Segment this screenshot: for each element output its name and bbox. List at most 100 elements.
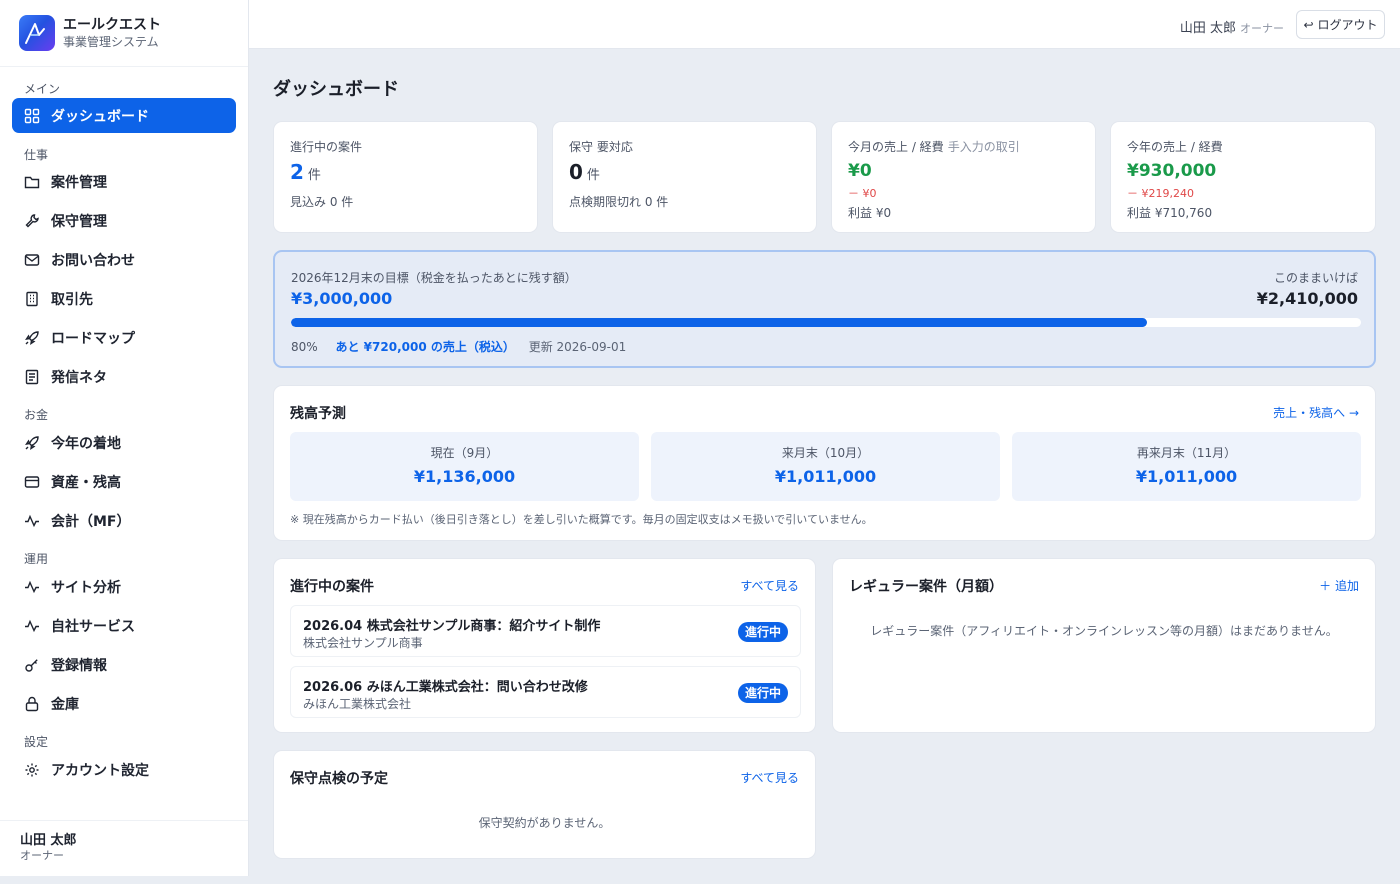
sidebar-item-label: 登録情報 <box>51 657 107 674</box>
nav-section-ops: 運用 <box>24 552 49 566</box>
forecast-box-current: 現在（9月） ¥1,136,000 <box>290 432 639 501</box>
view-all-projects-link[interactable]: すべて見る <box>740 577 799 594</box>
project-title: 2026.06 みほん工業株式会社：問い合わせ改修 <box>303 680 588 695</box>
sidebar-item-projects[interactable]: 案件管理 <box>12 164 236 199</box>
sidebar-item-dashboard[interactable]: ダッシュボード <box>12 98 236 133</box>
stat-profit: 利益 ¥0 <box>848 206 892 220</box>
sidebar-item-inquiries[interactable]: お問い合わせ <box>12 242 236 277</box>
status-badge: 進行中 <box>737 622 788 642</box>
nav-section-work: 仕事 <box>24 148 49 162</box>
sidebar-item-label: 保守管理 <box>51 213 107 230</box>
stat-label: 今年の売上 / 経費 <box>1127 140 1223 154</box>
section-title: 保守点検の予定 <box>290 771 388 787</box>
sidebar: エールクエスト 事業管理システム メイン 仕事 お金 運用 設定 ダッシュボード… <box>0 0 249 876</box>
header-user: 山田 太郎 オーナー <box>1180 17 1284 36</box>
stat-expense: － ¥219,240 <box>1127 187 1194 200</box>
top-header: 山田 太郎 オーナー ↩ ログアウト <box>249 0 1400 49</box>
sidebar-item-year-landing[interactable]: 今年の着地 <box>12 425 236 460</box>
sidebar-item-content-ideas[interactable]: 発信ネタ <box>12 359 236 394</box>
project-row[interactable]: 2026.06 みほん工業株式会社：問い合わせ改修 みほん工業株式会社 進行中 <box>290 666 801 718</box>
section-title: レギュラー案件（月額） <box>849 579 1003 595</box>
project-title: 2026.04 株式会社サンプル商事：紹介サイト制作 <box>303 619 601 634</box>
stat-label-sub: 手入力の取引 <box>947 140 1020 154</box>
stat-unit: 件 <box>586 168 600 183</box>
stat-value: 2件 <box>290 160 321 184</box>
sidebar-item-label: ダッシュボード <box>51 108 149 125</box>
sidebar-item-label: 自社サービス <box>51 618 135 635</box>
forecast-label: 来月末（10月） <box>781 446 870 460</box>
app-logo-icon <box>19 15 55 51</box>
goal-progress-fill <box>291 318 1147 327</box>
wrench-icon <box>24 213 40 229</box>
sidebar-item-account-settings[interactable]: アカウント設定 <box>12 752 236 787</box>
project-client: 株式会社サンプル商事 <box>303 636 423 650</box>
goal-remaining: あと ¥720,000 の売上（税込） <box>335 340 515 354</box>
regular-projects-card: レギュラー案件（月額） ＋ 追加 レギュラー案件（アフィリエイト・オンラインレッ… <box>832 558 1376 733</box>
sidebar-item-label: ロードマップ <box>51 330 135 347</box>
goal-percent: 80% <box>291 340 318 354</box>
view-all-maintenance-link[interactable]: すべて見る <box>740 769 799 786</box>
goal-updated: 更新 2026-09-01 <box>528 340 627 354</box>
sidebar-user: 山田 太郎 オーナー <box>0 820 248 863</box>
nav-section-settings: 設定 <box>24 735 49 749</box>
folder-icon <box>24 174 40 190</box>
header-user-name: 山田 太郎 <box>1179 21 1236 36</box>
active-projects-card: 進行中の案件 すべて見る 2026.04 株式会社サンプル商事：紹介サイト制作 … <box>273 558 816 733</box>
sidebar-item-accounting[interactable]: 会計（MF） <box>12 503 236 538</box>
goal-progress-bar <box>291 318 1361 327</box>
rocket-icon <box>24 435 40 451</box>
project-row[interactable]: 2026.04 株式会社サンプル商事：紹介サイト制作 株式会社サンプル商事 進行… <box>290 605 801 657</box>
logout-label: ログアウト <box>1317 18 1378 32</box>
stat-card-month-sales[interactable]: 今月の売上 / 経費 手入力の取引 ¥0 － ¥0 利益 ¥0 <box>831 121 1096 233</box>
stat-label: 保守 要対応 <box>569 140 633 154</box>
sales-balance-link[interactable]: 売上・残高へ → <box>1273 404 1359 421</box>
forecast-box-month-after: 再来月末（11月） ¥1,011,000 <box>1012 432 1361 501</box>
sidebar-item-site-analytics[interactable]: サイト分析 <box>12 569 236 604</box>
sidebar-user-role: オーナー <box>20 849 64 862</box>
stat-label: 今月の売上 / 経費 手入力の取引 <box>848 138 1020 155</box>
sidebar-item-own-services[interactable]: 自社サービス <box>12 608 236 643</box>
stat-expense: － ¥0 <box>848 187 877 200</box>
sidebar-item-label: 金庫 <box>51 696 79 713</box>
sidebar-item-credentials[interactable]: 登録情報 <box>12 647 236 682</box>
logout-button[interactable]: ↩ ログアウト <box>1296 10 1385 39</box>
stat-foot: 見込み 0 件 <box>290 195 354 209</box>
goal-forecast-label: このままいけば <box>1273 271 1358 285</box>
project-client: みほん工業株式会社 <box>303 697 412 711</box>
key-icon <box>24 657 40 673</box>
sidebar-item-clients[interactable]: 取引先 <box>12 281 236 316</box>
activity-icon <box>24 579 40 595</box>
stat-card-year-sales[interactable]: 今年の売上 / 経費 ¥930,000 － ¥219,240 利益 ¥710,7… <box>1110 121 1376 233</box>
sidebar-item-label: アカウント設定 <box>51 762 149 779</box>
add-regular-project-button[interactable]: ＋ 追加 <box>1319 577 1359 594</box>
nav-section-money: お金 <box>24 408 49 422</box>
sidebar-item-maintenance[interactable]: 保守管理 <box>12 203 236 238</box>
stat-number: 2 <box>290 160 304 184</box>
empty-state: 保守契約がありません。 <box>478 816 611 830</box>
forecast-value: ¥1,136,000 <box>413 467 516 486</box>
stat-sales: ¥0 <box>848 161 872 181</box>
sidebar-item-roadmap[interactable]: ロードマップ <box>12 320 236 355</box>
brand[interactable]: エールクエスト 事業管理システム <box>0 0 248 67</box>
stat-card-maintenance[interactable]: 保守 要対応 0件 点検期限切れ 0 件 <box>552 121 817 233</box>
sidebar-item-label: 取引先 <box>51 291 93 308</box>
forecast-label: 再来月末（11月） <box>1136 446 1237 460</box>
maintenance-schedule-card: 保守点検の予定 すべて見る 保守契約がありません。 <box>273 750 816 859</box>
goal-forecast-amount: ¥2,410,000 <box>1256 289 1358 308</box>
stat-unit: 件 <box>307 168 321 183</box>
section-title: 残高予測 <box>290 406 346 422</box>
section-title: 進行中の案件 <box>290 579 374 595</box>
activity-icon <box>24 513 40 529</box>
sidebar-item-assets[interactable]: 資産・残高 <box>12 464 236 499</box>
rocket-icon <box>24 330 40 346</box>
stat-number: 0 <box>569 160 583 184</box>
mail-icon <box>24 252 40 268</box>
brand-subtitle: 事業管理システム <box>63 34 159 49</box>
sidebar-item-vault[interactable]: 金庫 <box>12 686 236 721</box>
goal-label: 2026年12月末の目標（税金を払ったあとに残す額） <box>291 271 577 285</box>
stat-label-text: 今月の売上 / 経費 <box>848 140 944 154</box>
forecast-label: 現在（9月） <box>430 446 499 460</box>
status-badge: 進行中 <box>737 683 788 703</box>
stat-card-active-projects[interactable]: 進行中の案件 2件 見込み 0 件 <box>273 121 538 233</box>
goal-card: 2026年12月末の目標（税金を払ったあとに残す額） ¥3,000,000 この… <box>273 250 1376 368</box>
